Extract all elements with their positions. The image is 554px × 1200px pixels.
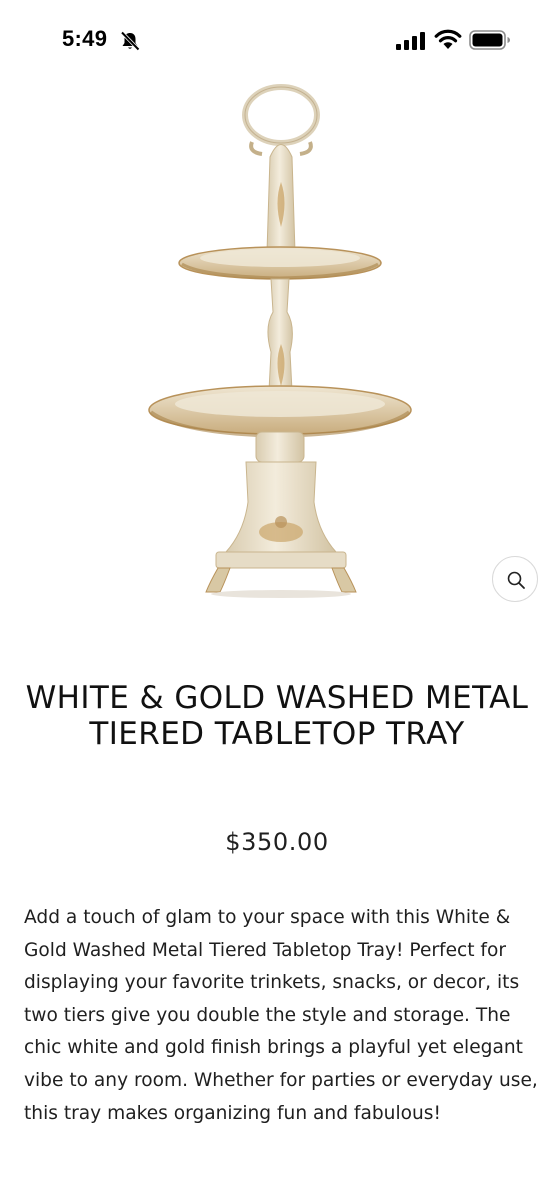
zoom-button[interactable] — [492, 556, 538, 602]
bell-slash-icon — [120, 31, 140, 51]
product-title: WHITE & GOLD WASHED METAL TIERED TABLETO… — [25, 680, 529, 752]
wifi-icon — [434, 29, 462, 49]
product-description: Add a touch of glam to your space with t… — [24, 907, 538, 1124]
product-price: $350.00 — [225, 828, 329, 856]
search-icon — [507, 571, 525, 589]
product-image[interactable] — [140, 82, 420, 612]
status-time: 5:49 — [62, 26, 108, 51]
cellular-signal-icon — [396, 32, 425, 50]
status-bar: 5:49 — [0, 0, 554, 84]
battery-icon — [469, 30, 510, 50]
